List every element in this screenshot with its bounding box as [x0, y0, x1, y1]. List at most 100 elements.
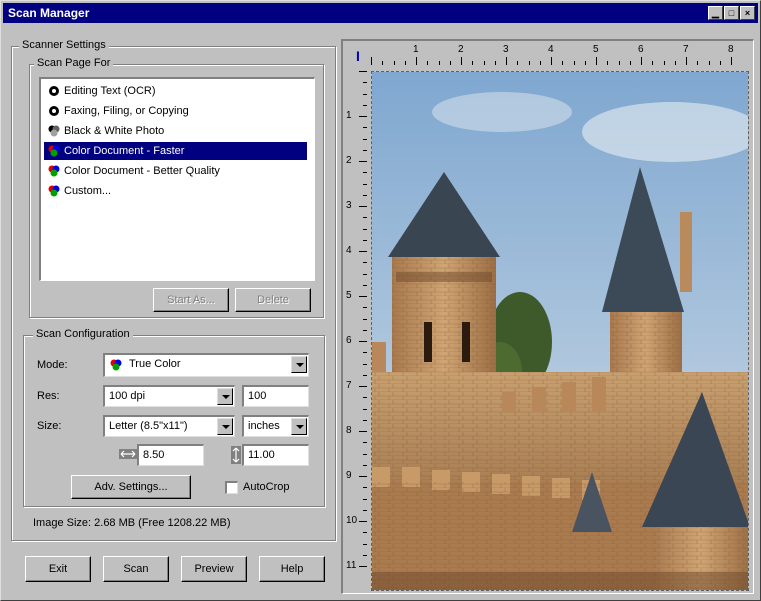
horizontal-ruler: 1 2 3 4 5 6 7 8	[371, 43, 751, 67]
preview-button[interactable]: Preview	[181, 556, 247, 582]
scan-type-list[interactable]: Editing Text (OCR) Faxing, Filing, or Co…	[39, 77, 315, 281]
ruler-tick	[517, 61, 519, 65]
list-item-selected[interactable]: Color Document - Faster	[44, 142, 307, 160]
chevron-down-icon[interactable]	[217, 418, 233, 435]
color-icon	[48, 165, 60, 177]
ruler-tick	[363, 127, 367, 129]
ruler-tick	[359, 341, 367, 342]
ruler-number: 11	[346, 560, 357, 571]
ruler-tick	[363, 419, 367, 421]
list-item-label: Color Document - Faster	[64, 145, 185, 157]
list-item-label: Black & White Photo	[64, 125, 165, 137]
gray-icon	[48, 125, 60, 137]
ruler-tick	[708, 61, 710, 65]
res-custom-field[interactable]: 100	[242, 385, 309, 407]
ruler-tick	[506, 57, 507, 65]
ruler-tick	[363, 464, 367, 466]
scan-page-for-label: Scan Page For	[34, 57, 114, 69]
ruler-tick	[363, 374, 367, 376]
ruler-tick	[438, 61, 440, 65]
autocrop-label: AutoCrop	[243, 481, 290, 493]
ruler-tick	[363, 138, 367, 140]
ruler-tick	[363, 318, 367, 320]
chevron-down-icon[interactable]	[217, 388, 233, 405]
list-item-label: Color Document - Better Quality	[64, 165, 220, 177]
exit-button[interactable]: Exit	[25, 556, 91, 582]
chevron-down-icon[interactable]	[291, 418, 307, 435]
castle-photo	[372, 72, 748, 590]
ruler-tick	[359, 251, 367, 252]
ruler-tick	[731, 57, 732, 65]
ruler-number: 4	[346, 245, 352, 256]
height-field[interactable]: 11.00	[242, 444, 309, 466]
autocrop-checkbox[interactable]	[225, 481, 238, 494]
units-select[interactable]: inches	[242, 415, 309, 437]
maximize-icon[interactable]: □	[724, 6, 739, 20]
size-select[interactable]: Letter (8.5"x11")	[103, 415, 235, 437]
ruler-origin-icon[interactable]: I	[351, 47, 365, 65]
ruler-tick	[359, 206, 367, 207]
ruler-tick	[596, 57, 597, 65]
ruler-tick	[363, 554, 367, 556]
ruler-number: 2	[346, 155, 352, 166]
title-bar[interactable]: Scan Manager ▁ □ ×	[3, 3, 758, 23]
ruler-tick	[363, 532, 367, 534]
ruler-number: 3	[346, 200, 352, 211]
ruler-tick	[363, 408, 367, 410]
start-as-button[interactable]: Start As...	[153, 288, 229, 312]
ruler-number: 6	[346, 335, 352, 346]
ruler-number: 3	[503, 44, 509, 55]
ruler-tick	[584, 61, 586, 65]
ruler-number: 7	[346, 380, 352, 391]
help-button[interactable]: Help	[259, 556, 325, 582]
ruler-tick	[686, 57, 687, 65]
ruler-tick	[363, 228, 367, 230]
ruler-tick	[359, 386, 367, 387]
minimize-icon[interactable]: ▁	[708, 6, 723, 20]
mode-value: True Color	[129, 358, 181, 370]
width-icon	[119, 449, 137, 459]
scan-button[interactable]: Scan	[103, 556, 169, 582]
ruler-tick	[573, 61, 575, 65]
delete-button[interactable]: Delete	[235, 288, 311, 312]
adv-settings-button[interactable]: Adv. Settings...	[71, 475, 191, 499]
scan-preview-image[interactable]	[371, 71, 749, 591]
color-icon	[110, 359, 122, 371]
bw-icon	[49, 106, 59, 116]
ruler-tick	[663, 61, 665, 65]
list-item[interactable]: Custom...	[44, 182, 307, 200]
ruler-tick	[363, 82, 367, 84]
ruler-number: 4	[548, 44, 554, 55]
ruler-tick	[363, 149, 367, 151]
ruler-tick	[359, 296, 367, 297]
ruler-tick	[359, 521, 367, 522]
list-item[interactable]: Editing Text (OCR)	[44, 82, 307, 100]
ruler-tick	[629, 61, 631, 65]
ruler-tick	[607, 61, 609, 65]
preview-panel[interactable]: I 1 2 3 4 5 6 7 8 1 2 3 4 5 6 7 8 9 10 11	[341, 39, 754, 594]
list-item[interactable]: Black & White Photo	[44, 122, 307, 140]
ruler-tick	[359, 116, 367, 117]
ruler-tick	[472, 61, 474, 65]
ruler-tick	[641, 57, 642, 65]
chevron-down-icon[interactable]	[291, 356, 307, 373]
ruler-number: 5	[593, 44, 599, 55]
list-item[interactable]: Color Document - Better Quality	[44, 162, 307, 180]
ruler-tick	[363, 487, 367, 489]
ruler-tick	[363, 498, 367, 500]
close-icon[interactable]: ×	[740, 6, 755, 20]
ruler-tick	[359, 161, 367, 162]
mode-label: Mode:	[37, 359, 68, 371]
ruler-tick	[363, 217, 367, 219]
width-field[interactable]: 8.50	[137, 444, 204, 466]
mode-select[interactable]: True Color	[103, 353, 309, 377]
ruler-tick	[528, 61, 530, 65]
list-item[interactable]: Faxing, Filing, or Copying	[44, 102, 307, 120]
vertical-ruler: 1 2 3 4 5 6 7 8 9 10 11	[345, 71, 369, 591]
ruler-tick	[551, 57, 552, 65]
res-select[interactable]: 100 dpi	[103, 385, 235, 407]
ruler-tick	[363, 239, 367, 241]
height-icon	[231, 446, 241, 464]
ruler-tick	[674, 61, 676, 65]
ruler-tick	[363, 172, 367, 174]
